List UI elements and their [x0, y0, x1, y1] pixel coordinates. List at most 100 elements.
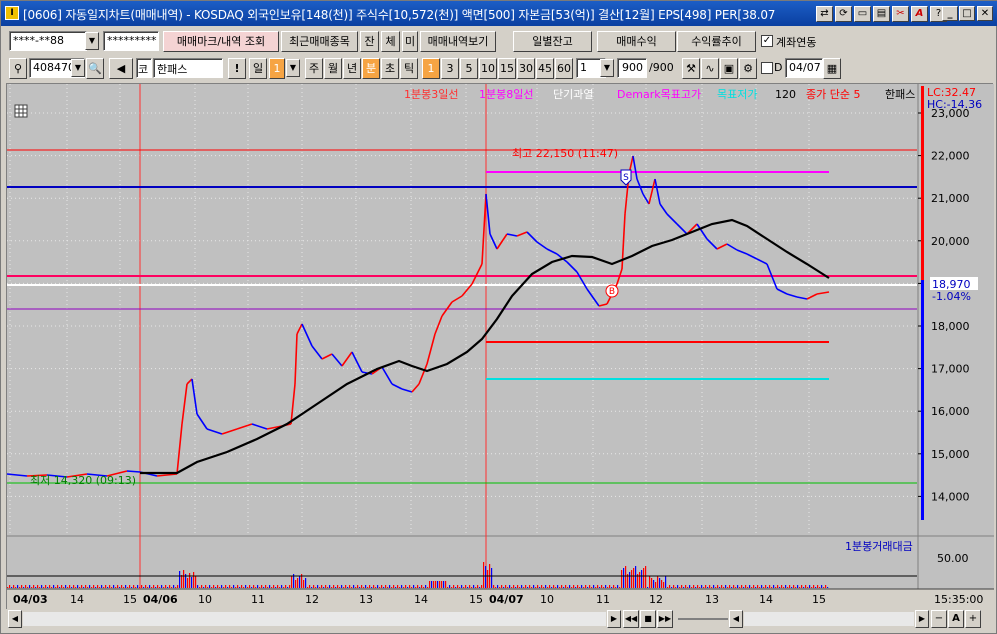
- price-chart[interactable]: S B 최고 22,150 (11:47) 최저 14,320 (09:13) …: [6, 84, 994, 610]
- volume-bar: [417, 585, 419, 588]
- interval-button[interactable]: 15: [498, 58, 516, 79]
- account-dropdown-icon[interactable]: ▼: [85, 32, 99, 50]
- zoom-out-icon[interactable]: ◀: [729, 610, 743, 628]
- speaker-icon[interactable]: ◀: [109, 58, 133, 79]
- volume-bar: [223, 587, 225, 588]
- volume-bar: [155, 587, 157, 588]
- volume-bar: [295, 580, 297, 588]
- volume-bar: [393, 585, 395, 588]
- link-icon[interactable]: ⇄: [816, 6, 833, 22]
- data-count-input[interactable]: 900: [617, 58, 647, 78]
- data-count-total: /900: [649, 61, 674, 74]
- stock-name-field[interactable]: 한패스: [153, 58, 223, 78]
- buy-marker[interactable]: B: [605, 284, 619, 298]
- password-field[interactable]: *********: [103, 31, 159, 51]
- volume-bar: [43, 587, 45, 588]
- volume-bar: [437, 581, 439, 588]
- search-icon[interactable]: 🔍: [86, 58, 104, 79]
- volume-bar: [425, 585, 427, 588]
- tools-icon[interactable]: ⚒: [682, 58, 700, 79]
- zoom-in-icon[interactable]: ▶: [915, 610, 929, 628]
- alert-icon[interactable]: !: [228, 58, 246, 79]
- refresh-icon[interactable]: ⟳: [835, 6, 852, 22]
- monitor-icon[interactable]: ▭: [854, 6, 871, 22]
- account-select[interactable]: ****-**88: [9, 31, 87, 51]
- period-day-count[interactable]: 1: [269, 58, 285, 79]
- volume-bar: [741, 585, 743, 588]
- title-bar[interactable]: I [0606] 자동일지차트(매매내역) - KOSDAQ 외국인보유[148…: [1, 1, 997, 26]
- period-second-button[interactable]: 초: [381, 58, 399, 79]
- minimize-button[interactable]: _: [942, 6, 958, 21]
- trade-history-button[interactable]: 매매내역보기: [420, 31, 496, 52]
- period-month-button[interactable]: 월: [324, 58, 342, 79]
- chart-auto-icon[interactable]: A: [948, 610, 964, 628]
- chart-zoom-plus-icon[interactable]: +: [965, 610, 981, 628]
- volume-bar: [113, 585, 115, 588]
- interval-button[interactable]: 3: [441, 58, 459, 79]
- scroll-left-icon[interactable]: ◀: [8, 610, 22, 628]
- volume-bar: [771, 587, 773, 588]
- period-year-button[interactable]: 년: [343, 58, 361, 79]
- volume-bar: [225, 585, 227, 588]
- trade-profit-button[interactable]: 매매수익: [597, 31, 676, 52]
- font-icon[interactable]: A: [911, 6, 928, 22]
- volume-bar: [377, 585, 379, 588]
- volume-bar: [179, 571, 181, 588]
- period-tick-button[interactable]: 틱: [400, 58, 418, 79]
- period-day-button[interactable]: 일: [249, 58, 267, 79]
- scroll-track[interactable]: [23, 612, 606, 626]
- close-button[interactable]: ✕: [977, 6, 993, 21]
- executed-button[interactable]: 체: [381, 31, 400, 52]
- volume-bar: [351, 587, 353, 588]
- rewind-icon[interactable]: ◀◀: [623, 610, 639, 628]
- volume-bar: [153, 585, 155, 588]
- speed-slider[interactable]: [678, 618, 728, 620]
- interval-button[interactable]: 45: [536, 58, 554, 79]
- maximize-button[interactable]: □: [959, 6, 975, 21]
- volume-bar: [371, 587, 373, 588]
- volume-bar: [651, 578, 653, 588]
- stop-icon[interactable]: ■: [640, 610, 656, 628]
- bottom-scroll-bar[interactable]: ◀ ▶ ◀◀ ■ ▶▶ ◀ ▶ − A +: [6, 610, 993, 630]
- period-day-dropdown-icon[interactable]: ▼: [286, 59, 300, 77]
- date-input[interactable]: 04/07: [785, 58, 823, 78]
- trade-mark-query-button[interactable]: 매매마크/내역 조회: [163, 31, 279, 52]
- unexecuted-button[interactable]: 미: [402, 31, 418, 52]
- stock-code-dropdown-icon[interactable]: ▼: [71, 59, 85, 77]
- forward-icon[interactable]: ▶▶: [657, 610, 673, 628]
- volume-bar: [645, 566, 647, 588]
- volume-bar: [283, 587, 285, 588]
- search-key-icon[interactable]: ⚲: [9, 58, 27, 79]
- zoom-track[interactable]: [744, 612, 914, 626]
- scroll-right-icon[interactable]: ▶: [607, 610, 621, 628]
- volume-bar: [309, 585, 311, 588]
- grid-toggle-icon[interactable]: [14, 104, 28, 118]
- chart-zoom-minus-icon[interactable]: −: [931, 610, 947, 628]
- daily-balance-button[interactable]: 일별잔고: [513, 31, 592, 52]
- save-icon[interactable]: ▣: [720, 58, 738, 79]
- volume-bar: [201, 585, 203, 588]
- interval-button[interactable]: 60: [555, 58, 573, 79]
- print-icon[interactable]: ▤: [873, 6, 890, 22]
- date-checkbox[interactable]: [761, 62, 773, 74]
- period-minute-button[interactable]: 분: [362, 58, 380, 79]
- volume-bar: [799, 587, 801, 588]
- settings-icon[interactable]: ⚙: [739, 58, 757, 79]
- interval-button[interactable]: 1: [422, 58, 440, 79]
- calendar-icon[interactable]: ▦: [823, 58, 841, 79]
- return-trend-button[interactable]: 수익률추이: [677, 31, 756, 52]
- interval-dropdown-icon[interactable]: ▼: [600, 59, 614, 77]
- interval-button[interactable]: 5: [460, 58, 478, 79]
- recent-trades-button[interactable]: 최근매매종목: [281, 31, 358, 52]
- volume-bar: [387, 587, 389, 588]
- interval-button[interactable]: 30: [517, 58, 535, 79]
- cut-icon[interactable]: ✂: [892, 6, 909, 22]
- interval-button[interactable]: 10: [479, 58, 497, 79]
- account-link-checkbox[interactable]: ✓: [761, 35, 773, 47]
- period-week-button[interactable]: 주: [305, 58, 323, 79]
- volume-bar: [173, 585, 175, 588]
- indicator-icon[interactable]: ∿: [701, 58, 719, 79]
- chart-area[interactable]: S B 최고 22,150 (11:47) 최저 14,320 (09:13) …: [6, 83, 994, 610]
- balance-button[interactable]: 잔: [360, 31, 379, 52]
- price-tick-label: 16,000: [931, 405, 970, 418]
